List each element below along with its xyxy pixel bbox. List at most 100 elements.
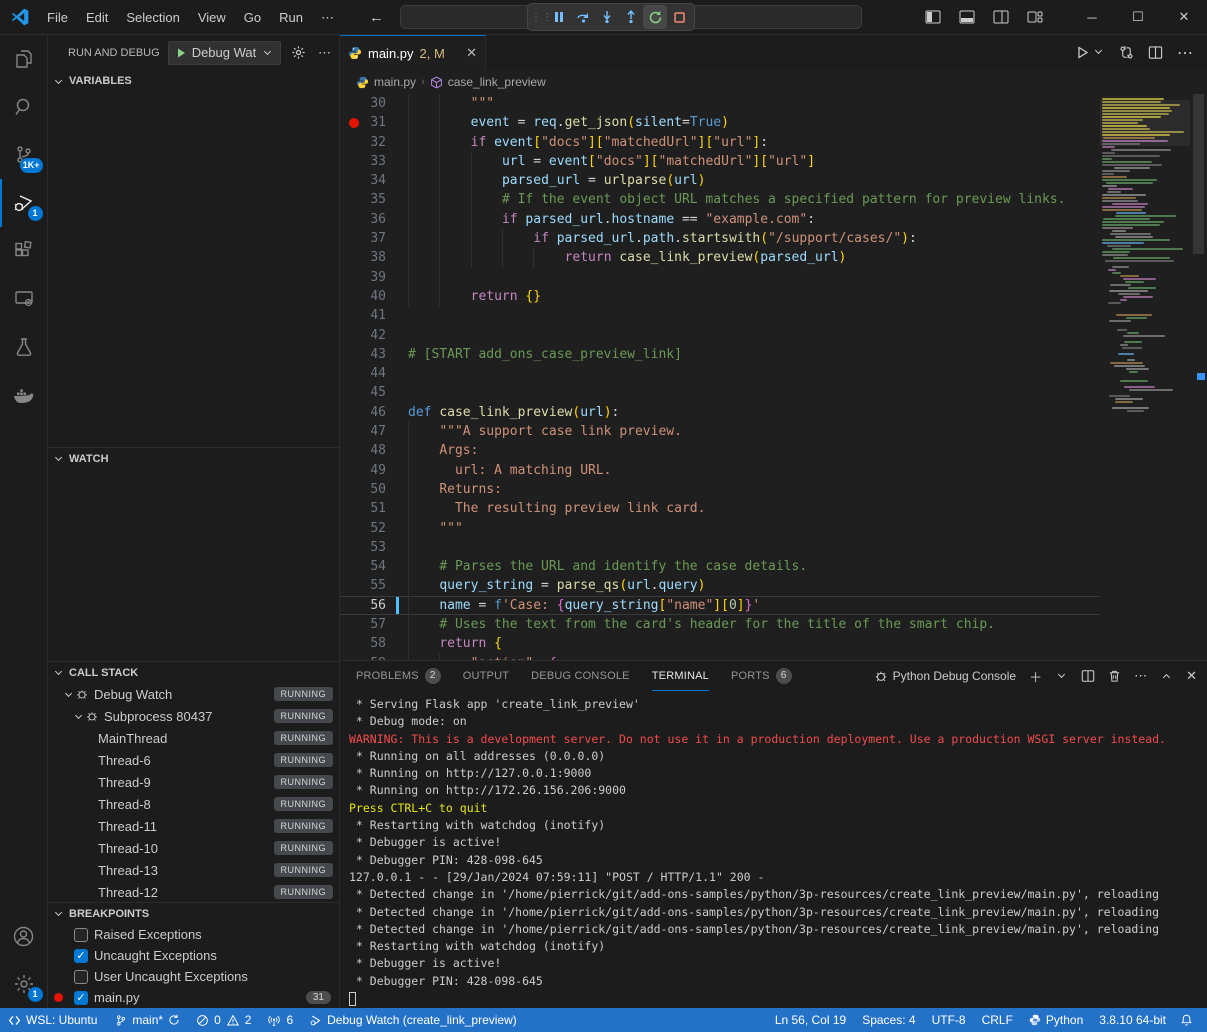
panel-tab-problems[interactable]: PROBLEMS2 <box>356 661 441 691</box>
code-line-39[interactable]: 39 <box>340 268 1100 287</box>
panel-tab-ports[interactable]: PORTS6 <box>731 661 792 691</box>
more-actions-icon[interactable]: ⋯ <box>1134 668 1147 684</box>
breadcrumb[interactable]: main.py › case_link_preview <box>340 70 1207 94</box>
code-editor[interactable]: 30 """31 event = req.get_json(silent=Tru… <box>340 94 1207 660</box>
sidebar-item-source-control[interactable]: 1K+ <box>0 131 48 179</box>
gutter[interactable]: 40 <box>340 287 408 306</box>
interpreter-version[interactable]: 3.8.10 64-bit <box>1091 1008 1174 1032</box>
watch-section-header[interactable]: WATCH <box>48 447 339 469</box>
breadcrumb-symbol[interactable]: case_link_preview <box>448 75 546 89</box>
breakpoint-row[interactable]: ✓main.py31 <box>48 987 339 1008</box>
more-actions-icon[interactable]: ⋯ <box>1177 43 1193 63</box>
gutter[interactable]: 50 <box>340 480 408 499</box>
gutter[interactable]: 48 <box>340 441 408 460</box>
debug-session-status[interactable]: Debug Watch (create_link_preview) <box>301 1008 525 1032</box>
step-out-button[interactable] <box>619 5 643 29</box>
breakpoints-section-header[interactable]: BREAKPOINTS <box>48 902 339 924</box>
code-line-46[interactable]: 46def case_link_preview(url): <box>340 403 1100 422</box>
code-line-50[interactable]: 50 Returns: <box>340 480 1100 499</box>
problems-status[interactable]: 0 2 <box>188 1008 259 1032</box>
terminal-dropdown-icon[interactable] <box>1058 671 1065 678</box>
sidebar-item-extensions[interactable] <box>0 227 48 275</box>
step-over-button[interactable] <box>571 5 595 29</box>
code-line-57[interactable]: 57 # Uses the text from the card's heade… <box>340 615 1100 634</box>
gutter[interactable]: 35 <box>340 190 408 209</box>
terminal-output[interactable]: * Serving Flask app 'create_link_preview… <box>340 691 1207 1008</box>
code-line-55[interactable]: 55 query_string = parse_qs(url.query) <box>340 576 1100 595</box>
menu-view[interactable]: View <box>189 0 235 35</box>
toggle-secondary-sidebar-icon[interactable] <box>993 9 1009 25</box>
eol-status[interactable]: CRLF <box>974 1008 1021 1032</box>
account-button[interactable] <box>0 912 48 960</box>
debug-config-dropdown[interactable]: Debug Wat <box>168 41 282 65</box>
toggle-panel-icon[interactable] <box>959 9 975 25</box>
code-line-45[interactable]: 45 <box>340 383 1100 402</box>
call-stack-row[interactable]: Thread-10RUNNING <box>48 837 339 859</box>
tab-close-icon[interactable]: ✕ <box>466 45 477 61</box>
run-python-file-button[interactable] <box>1076 46 1105 59</box>
gutter[interactable]: 31 <box>340 113 408 132</box>
menu-run[interactable]: Run <box>270 0 312 35</box>
code-line-48[interactable]: 48 Args: <box>340 441 1100 460</box>
back-arrow-icon[interactable]: ← <box>369 9 384 26</box>
code-line-47[interactable]: 47 """A support case link preview. <box>340 422 1100 441</box>
gutter[interactable]: 38 <box>340 248 408 267</box>
gutter[interactable]: 39 <box>340 268 408 287</box>
code-line-31[interactable]: 31 event = req.get_json(silent=True) <box>340 113 1100 132</box>
terminal-instance[interactable]: Python Debug Console <box>874 669 1016 683</box>
gutter[interactable]: 37 <box>340 229 408 248</box>
gutter[interactable]: 56 <box>340 596 408 615</box>
sidebar-item-run-and-debug[interactable]: 1 <box>0 179 48 227</box>
code-line-42[interactable]: 42 <box>340 326 1100 345</box>
variables-section-header[interactable]: VARIABLES <box>48 70 339 92</box>
more-actions-icon[interactable]: ⋯ <box>318 45 331 61</box>
breakpoint-checkbox[interactable]: ✓ <box>74 949 88 963</box>
close-panel-icon[interactable]: ✕ <box>1186 668 1197 684</box>
code-line-51[interactable]: 51 The resulting preview link card. <box>340 499 1100 518</box>
sidebar-item-testing[interactable] <box>0 323 48 371</box>
gutter[interactable]: 34 <box>340 171 408 190</box>
sidebar-item-docker[interactable] <box>0 371 48 419</box>
gutter[interactable]: 45 <box>340 383 408 402</box>
gutter[interactable]: 32 <box>340 133 408 152</box>
call-stack-row[interactable]: Thread-6RUNNING <box>48 749 339 771</box>
call-stack-row[interactable]: Thread-9RUNNING <box>48 771 339 793</box>
settings-button[interactable]: 1 <box>0 960 48 1008</box>
call-stack-row[interactable]: Thread-13RUNNING <box>48 859 339 881</box>
gutter[interactable]: 58 <box>340 634 408 653</box>
minimap-slider[interactable] <box>1100 100 1190 146</box>
menu-file[interactable]: File <box>38 0 77 35</box>
sidebar-item-remote-explorer[interactable] <box>0 275 48 323</box>
gutter[interactable]: 59 <box>340 654 408 660</box>
step-into-button[interactable] <box>595 5 619 29</box>
kill-terminal-icon[interactable] <box>1108 669 1121 683</box>
code-line-38[interactable]: 38 return case_link_preview(parsed_url) <box>340 248 1100 267</box>
remote-indicator[interactable]: WSL: Ubuntu <box>0 1008 107 1032</box>
code-line-34[interactable]: 34 parsed_url = urlparse(url) <box>340 171 1100 190</box>
code-line-40[interactable]: 40 return {} <box>340 287 1100 306</box>
breakpoint-checkbox[interactable]: ✓ <box>74 991 88 1005</box>
code-line-49[interactable]: 49 url: A matching URL. <box>340 461 1100 480</box>
gutter[interactable]: 42 <box>340 326 408 345</box>
breakpoint-icon[interactable] <box>349 118 359 128</box>
gutter[interactable]: 49 <box>340 461 408 480</box>
git-branch-status[interactable]: main* <box>107 1008 188 1032</box>
breakpoint-checkbox[interactable] <box>74 928 88 942</box>
sidebar-item-search[interactable] <box>0 83 48 131</box>
ports-status[interactable]: 6 <box>259 1008 301 1032</box>
breadcrumb-file[interactable]: main.py <box>374 75 416 89</box>
breakpoint-checkbox[interactable] <box>74 970 88 984</box>
code-line-43[interactable]: 43# [START add_ons_case_preview_link] <box>340 345 1100 364</box>
scrollbar-thumb[interactable] <box>1193 94 1204 254</box>
menu-edit[interactable]: Edit <box>77 0 117 35</box>
code-line-59[interactable]: 59 "action": { <box>340 654 1100 660</box>
stop-button[interactable] <box>667 5 691 29</box>
panel-tab-output[interactable]: OUTPUT <box>463 661 509 691</box>
gutter[interactable]: 43 <box>340 345 408 364</box>
code-line-32[interactable]: 32 if event["docs"]["matchedUrl"]["url"]… <box>340 133 1100 152</box>
gutter[interactable]: 33 <box>340 152 408 171</box>
open-changes-icon[interactable] <box>1119 45 1134 60</box>
call-stack-row[interactable]: MainThreadRUNNING <box>48 727 339 749</box>
gutter[interactable]: 55 <box>340 576 408 595</box>
call-stack-row[interactable]: Thread-8RUNNING <box>48 793 339 815</box>
